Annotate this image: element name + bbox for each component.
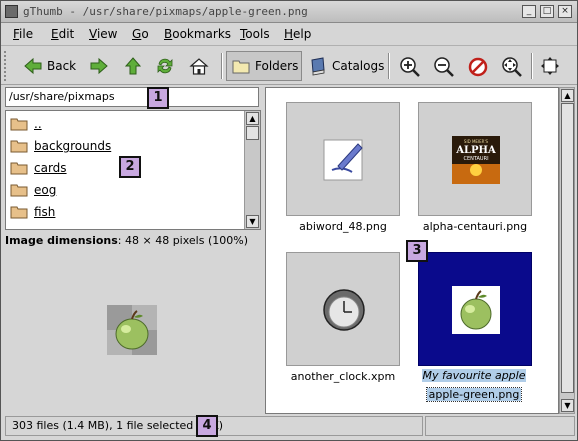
thumbnail-name: abiword_48.png xyxy=(299,220,387,233)
zoom-in-button[interactable] xyxy=(395,51,423,81)
app-icon[interactable] xyxy=(5,5,18,18)
thumbnail[interactable]: SID MEIER'S ALPHA CENTAURI xyxy=(418,102,532,216)
catalogs-button[interactable]: Catalogs xyxy=(304,51,388,81)
alpha-line2: ALPHA xyxy=(455,145,496,156)
alpha-line3: CENTAURI xyxy=(463,156,488,162)
folder-icon xyxy=(231,56,251,76)
thumbnail[interactable] xyxy=(286,102,400,216)
thumbnail-name: apple-green.png xyxy=(426,387,522,402)
marker-1: 1 xyxy=(147,87,169,109)
thumbnail-selected[interactable] xyxy=(418,252,532,366)
directory-scrollbar[interactable]: ▲ ▼ xyxy=(244,111,260,229)
menu-tools[interactable]: Tools xyxy=(240,27,270,41)
marker-3: 3 xyxy=(406,240,428,262)
forward-button[interactable] xyxy=(85,51,113,81)
minimize-button[interactable]: _ xyxy=(522,5,536,18)
scroll-thumb[interactable] xyxy=(561,103,574,393)
abiword-icon xyxy=(323,139,363,181)
zoom-fit-button[interactable] xyxy=(497,51,525,81)
dir-label: fish xyxy=(34,205,56,219)
image-dimensions-value: : 48 × 48 pixels (100%) xyxy=(117,234,248,247)
scroll-down-button[interactable]: ▼ xyxy=(246,215,259,228)
toolbar: Back Folders Catalogs xyxy=(1,47,577,85)
menu-view[interactable]: View xyxy=(89,27,117,41)
menu-help[interactable]: Help xyxy=(284,27,311,41)
arrow-up-icon xyxy=(123,56,143,76)
folders-label: Folders xyxy=(255,59,299,73)
arrow-left-icon xyxy=(23,56,43,76)
alpha-line1: SID MEIER'S xyxy=(464,139,489,144)
fullscreen-icon xyxy=(540,56,560,76)
scroll-down-button[interactable]: ▼ xyxy=(561,399,574,412)
toolbar-grip[interactable] xyxy=(4,51,10,81)
refresh-button[interactable] xyxy=(151,51,179,81)
thumbnail-comment: My favourite apple xyxy=(422,369,526,382)
toolbar-separator xyxy=(388,53,390,79)
folder-icon xyxy=(10,139,28,153)
folders-button[interactable]: Folders xyxy=(226,51,302,81)
zoom-out-button[interactable] xyxy=(429,51,457,81)
back-label: Back xyxy=(47,59,77,73)
folder-icon xyxy=(10,117,28,131)
toolbar-separator xyxy=(531,53,533,79)
image-dimensions-label: Image dimensions xyxy=(5,234,118,247)
thumbnail-name: another_clock.xpm xyxy=(290,370,396,383)
apple-icon xyxy=(452,286,500,334)
image-dimensions: Image dimensions: 48 × 48 pixels (100%) xyxy=(5,234,261,250)
zoom-in-icon xyxy=(399,56,420,77)
thumbnail-scrollbar[interactable]: ▲ ▼ xyxy=(559,87,575,414)
gthumb-window: gThumb - /usr/share/pixmaps/apple-green.… xyxy=(0,0,578,441)
home-button[interactable] xyxy=(185,51,213,81)
zoom-out-icon xyxy=(433,56,454,77)
menu-bookmarks[interactable]: Bookmarks xyxy=(164,27,231,41)
folder-icon xyxy=(10,161,28,175)
list-item[interactable]: eog xyxy=(10,180,56,200)
folder-icon xyxy=(10,205,28,219)
menu-file[interactable]: File xyxy=(13,27,33,41)
window-title: gThumb - /usr/share/pixmaps/apple-green.… xyxy=(23,5,308,18)
list-item[interactable]: cards xyxy=(10,158,67,178)
clock-icon xyxy=(323,289,365,331)
dir-label: backgrounds xyxy=(34,139,112,153)
scroll-up-button[interactable]: ▲ xyxy=(561,89,574,102)
marker-4: 4 xyxy=(196,415,218,437)
title-bar: gThumb - /usr/share/pixmaps/apple-green.… xyxy=(1,1,577,23)
actual-size-button[interactable] xyxy=(463,51,491,81)
maximize-button[interactable]: □ xyxy=(540,5,554,18)
location-input[interactable]: /usr/share/pixmaps xyxy=(5,87,259,107)
back-button[interactable]: Back xyxy=(19,51,80,81)
catalogs-label: Catalogs xyxy=(332,59,385,73)
image-preview xyxy=(5,251,261,411)
folder-icon xyxy=(10,183,28,197)
arrow-right-icon xyxy=(89,56,109,76)
book-icon xyxy=(308,56,328,76)
fullscreen-button[interactable] xyxy=(536,51,564,81)
list-item[interactable]: fish xyxy=(10,202,55,222)
alpha-centauri-icon: SID MEIER'S ALPHA CENTAURI xyxy=(452,136,500,184)
scroll-up-button[interactable]: ▲ xyxy=(246,112,259,125)
status-bar-extra xyxy=(425,416,575,436)
refresh-icon xyxy=(155,56,175,76)
apple-preview-image xyxy=(107,305,157,355)
home-icon xyxy=(189,56,209,76)
no-zoom-icon xyxy=(467,56,488,77)
toolbar-separator xyxy=(221,53,223,79)
thumbnail[interactable] xyxy=(286,252,400,366)
up-button[interactable] xyxy=(119,51,147,81)
dir-label: cards xyxy=(34,161,67,175)
zoom-fit-icon xyxy=(501,56,522,77)
menu-edit[interactable]: Edit xyxy=(51,27,74,41)
list-item[interactable]: backgrounds xyxy=(10,136,111,156)
menu-go[interactable]: Go xyxy=(132,27,149,41)
menu-bar: File Edit View Go Bookmarks Tools Help xyxy=(1,24,577,46)
marker-2: 2 xyxy=(119,156,141,178)
list-item[interactable]: .. xyxy=(10,114,42,134)
dir-label: eog xyxy=(34,183,57,197)
close-button[interactable]: × xyxy=(558,5,572,18)
thumbnail-name: alpha-centauri.png xyxy=(422,220,528,233)
scroll-thumb[interactable] xyxy=(246,126,259,140)
dir-label: .. xyxy=(34,117,42,131)
